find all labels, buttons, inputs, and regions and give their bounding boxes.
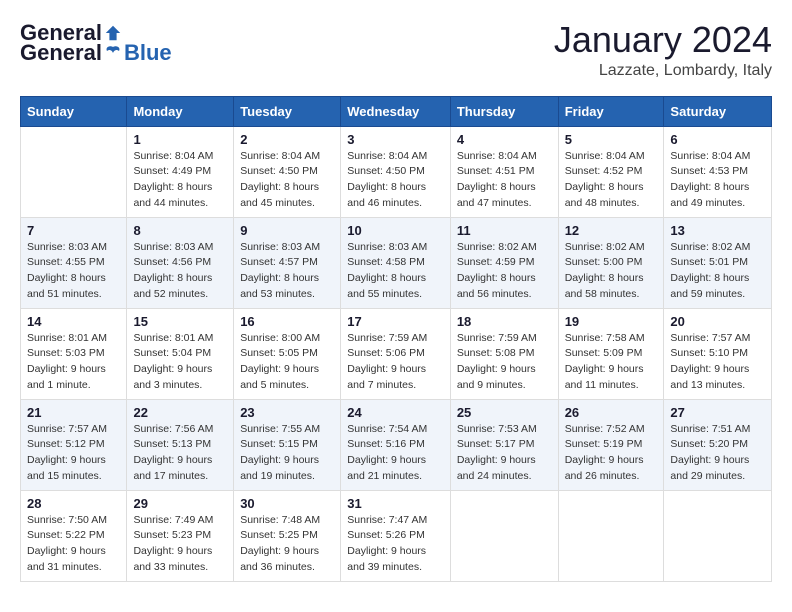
table-row: 23Sunrise: 7:55 AM Sunset: 5:15 PM Dayli… [234, 399, 341, 490]
table-row: 19Sunrise: 7:58 AM Sunset: 5:09 PM Dayli… [558, 308, 664, 399]
logo-blue-part: Blue [124, 40, 172, 66]
col-tuesday: Tuesday [234, 96, 341, 126]
table-row: 14Sunrise: 8:01 AM Sunset: 5:03 PM Dayli… [21, 308, 127, 399]
logo: General General Blue [20, 20, 172, 66]
table-row: 6Sunrise: 8:04 AM Sunset: 4:53 PM Daylig… [664, 126, 772, 217]
col-monday: Monday [127, 96, 234, 126]
table-row: 26Sunrise: 7:52 AM Sunset: 5:19 PM Dayli… [558, 399, 664, 490]
month-title: January 2024 [554, 20, 772, 60]
table-row: 12Sunrise: 8:02 AM Sunset: 5:00 PM Dayli… [558, 217, 664, 308]
table-row: 13Sunrise: 8:02 AM Sunset: 5:01 PM Dayli… [664, 217, 772, 308]
table-row: 1Sunrise: 8:04 AM Sunset: 4:49 PM Daylig… [127, 126, 234, 217]
calendar-table: Sunday Monday Tuesday Wednesday Thursday… [20, 96, 772, 582]
table-row: 28Sunrise: 7:50 AM Sunset: 5:22 PM Dayli… [21, 490, 127, 581]
table-row: 27Sunrise: 7:51 AM Sunset: 5:20 PM Dayli… [664, 399, 772, 490]
table-row: 15Sunrise: 8:01 AM Sunset: 5:04 PM Dayli… [127, 308, 234, 399]
col-thursday: Thursday [450, 96, 558, 126]
table-row: 24Sunrise: 7:54 AM Sunset: 5:16 PM Dayli… [341, 399, 451, 490]
table-row: 10Sunrise: 8:03 AM Sunset: 4:58 PM Dayli… [341, 217, 451, 308]
table-row: 4Sunrise: 8:04 AM Sunset: 4:51 PM Daylig… [450, 126, 558, 217]
table-row: 5Sunrise: 8:04 AM Sunset: 4:52 PM Daylig… [558, 126, 664, 217]
table-row: 22Sunrise: 7:56 AM Sunset: 5:13 PM Dayli… [127, 399, 234, 490]
table-row: 20Sunrise: 7:57 AM Sunset: 5:10 PM Dayli… [664, 308, 772, 399]
col-sunday: Sunday [21, 96, 127, 126]
table-row: 16Sunrise: 8:00 AM Sunset: 5:05 PM Dayli… [234, 308, 341, 399]
table-row: 21Sunrise: 7:57 AM Sunset: 5:12 PM Dayli… [21, 399, 127, 490]
table-row [664, 490, 772, 581]
table-row [450, 490, 558, 581]
table-row: 25Sunrise: 7:53 AM Sunset: 5:17 PM Dayli… [450, 399, 558, 490]
table-row: 31Sunrise: 7:47 AM Sunset: 5:26 PM Dayli… [341, 490, 451, 581]
table-row: 17Sunrise: 7:59 AM Sunset: 5:06 PM Dayli… [341, 308, 451, 399]
col-friday: Friday [558, 96, 664, 126]
table-row: 29Sunrise: 7:49 AM Sunset: 5:23 PM Dayli… [127, 490, 234, 581]
table-row: 8Sunrise: 8:03 AM Sunset: 4:56 PM Daylig… [127, 217, 234, 308]
table-row: 9Sunrise: 8:03 AM Sunset: 4:57 PM Daylig… [234, 217, 341, 308]
table-row: 2Sunrise: 8:04 AM Sunset: 4:50 PM Daylig… [234, 126, 341, 217]
table-row [558, 490, 664, 581]
calendar-header-row: Sunday Monday Tuesday Wednesday Thursday… [21, 96, 772, 126]
table-row: 18Sunrise: 7:59 AM Sunset: 5:08 PM Dayli… [450, 308, 558, 399]
table-row [21, 126, 127, 217]
title-block: January 2024 Lazzate, Lombardy, Italy [554, 20, 772, 80]
col-wednesday: Wednesday [341, 96, 451, 126]
table-row: 11Sunrise: 8:02 AM Sunset: 4:59 PM Dayli… [450, 217, 558, 308]
table-row: 3Sunrise: 8:04 AM Sunset: 4:50 PM Daylig… [341, 126, 451, 217]
table-row: 30Sunrise: 7:48 AM Sunset: 5:25 PM Dayli… [234, 490, 341, 581]
table-row: 7Sunrise: 8:03 AM Sunset: 4:55 PM Daylig… [21, 217, 127, 308]
col-saturday: Saturday [664, 96, 772, 126]
location-subtitle: Lazzate, Lombardy, Italy [554, 62, 772, 80]
page-header: General General Blue January 2024 Lazzat… [20, 20, 772, 80]
logo-general-part: General [20, 40, 102, 66]
logo-bird-icon [103, 43, 123, 63]
